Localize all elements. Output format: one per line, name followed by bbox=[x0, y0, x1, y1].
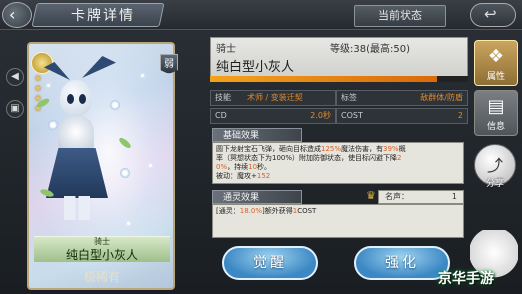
cost-row: COST 2 bbox=[336, 108, 468, 124]
card-name: 纯白型小灰人 bbox=[65, 248, 138, 262]
basic-effect-description: 圆下龙射宝石飞弹，砸向目标造成125%魔法伤害，有39%概 率（冥想状态下为10… bbox=[212, 142, 464, 184]
awaken-button[interactable]: 觉醒 bbox=[222, 246, 318, 280]
page-title: 卡牌详情 bbox=[71, 8, 135, 24]
basic-effect-line-2: 率（冥想状态下为100%）附加防御状态，使目标闪避下降2 bbox=[216, 154, 402, 162]
cd-row: CD 2.0秒 bbox=[210, 108, 336, 124]
return-arrow-icon: ↩ bbox=[484, 5, 497, 23]
link-effect-title: 通灵效果 bbox=[212, 190, 302, 204]
tab-attribute-label: 属性 bbox=[486, 72, 505, 82]
basic-effect-title: 基础效果 bbox=[212, 128, 302, 142]
sparkle bbox=[47, 84, 50, 87]
cd-value: 2.0秒 bbox=[310, 111, 331, 120]
star-icon: ★ bbox=[34, 84, 43, 94]
lock-icon[interactable]: ▣ bbox=[6, 100, 24, 118]
back-arrow-icon: ‹ bbox=[9, 5, 16, 24]
info-level: 等级:38(最高:50) bbox=[330, 44, 410, 55]
flower bbox=[110, 100, 120, 110]
element-badge-icon bbox=[31, 52, 53, 74]
basic-effect-line-4: 被动：魔攻+152 bbox=[216, 172, 271, 180]
fame-label: 名声： bbox=[385, 192, 409, 201]
strengthen-button[interactable]: 强化 bbox=[354, 246, 450, 280]
basic-effect-line-3: 0%，持续10秒。 bbox=[216, 163, 272, 171]
card-detail-screen: ‹ 卡牌详情 当前状态 ↩ ◀ ▣ ★ ★ ★ ★ 弱 骑士 纯白型小灰人 极稀… bbox=[0, 0, 522, 294]
info-icon: ▤ bbox=[487, 96, 505, 117]
back-button[interactable]: ‹ bbox=[2, 2, 32, 28]
cost-value: 2 bbox=[457, 111, 463, 120]
fame-box: 名声： 1 bbox=[378, 190, 464, 204]
cd-label: CD bbox=[215, 111, 227, 120]
tag-row: 标签 敌群体/防盾 bbox=[336, 90, 468, 106]
xp-bar bbox=[210, 76, 468, 82]
crown-icon: ♛ bbox=[366, 189, 376, 202]
skill-value: 术师 / 变装迁契 bbox=[247, 93, 303, 102]
info-name: 纯白型小灰人 bbox=[216, 60, 295, 75]
tab-info[interactable]: ▤ 信息 bbox=[474, 90, 518, 136]
tab-attribute[interactable]: ❖ 属性 bbox=[474, 40, 518, 86]
card-rarity: 极稀有 bbox=[83, 270, 120, 284]
star-icon: ★ bbox=[34, 74, 43, 84]
basic-effect-line-1: 圆下龙射宝石飞弹，砸向目标造成125%魔法伤害，有39%概 bbox=[216, 145, 406, 153]
sparkle bbox=[127, 222, 130, 225]
character-legs bbox=[64, 196, 90, 220]
xp-bar-fill bbox=[210, 76, 438, 82]
current-state-button[interactable]: 当前状态 bbox=[354, 5, 446, 27]
tag-value: 敌群体/防盾 bbox=[420, 93, 463, 102]
character-eye bbox=[67, 94, 74, 104]
character-head bbox=[60, 80, 92, 116]
skill-label: 技能 bbox=[215, 93, 231, 102]
flower bbox=[120, 168, 130, 178]
share-label: 分享 bbox=[485, 179, 504, 189]
tab-info-label: 信息 bbox=[486, 122, 505, 132]
share-icon: ⤴ bbox=[487, 156, 504, 175]
skill-row: 技能 术师 / 变装迁契 bbox=[210, 90, 336, 106]
attribute-icon: ❖ bbox=[487, 46, 505, 67]
return-button[interactable]: ↩ bbox=[470, 3, 516, 27]
character-eye bbox=[79, 94, 86, 104]
sound-icon[interactable]: ◀ bbox=[6, 68, 24, 86]
watermark: 京华手游 bbox=[438, 271, 494, 287]
sparkle bbox=[149, 164, 152, 167]
rank-badge: 弱 bbox=[160, 54, 178, 74]
flower bbox=[48, 120, 58, 130]
link-effect-description: [通灵：18.0%]额外获得1COST bbox=[212, 204, 464, 238]
fame-value: 1 bbox=[451, 192, 457, 201]
tag-label: 标签 bbox=[341, 93, 357, 102]
sparkle bbox=[141, 74, 144, 77]
info-class: 骑士 bbox=[216, 44, 236, 55]
cost-label: COST bbox=[341, 111, 363, 120]
